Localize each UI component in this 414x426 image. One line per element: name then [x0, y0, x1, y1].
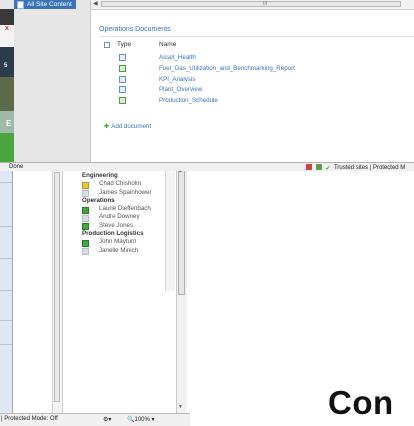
left-pane-scrollbar[interactable] [52, 166, 63, 413]
zone-label: Trusted sites | Protected M [333, 165, 406, 171]
zoom-control[interactable]: 🔍100% ▾ [127, 416, 155, 423]
person-name: Chad Chisholm [99, 180, 142, 188]
trusted-check-icon: ✓ [325, 166, 331, 171]
page-icon [119, 75, 126, 83]
horizontal-scroll-thumb[interactable] [101, 1, 401, 7]
org-group-heading: Engineering [82, 172, 164, 180]
excel-icon [119, 97, 126, 105]
document-name-link[interactable]: Fuel_Gas_Utilization_and_Benchmarking_Re… [159, 65, 295, 72]
page-icon [119, 54, 126, 61]
manage-addons-icon [315, 164, 322, 170]
column-header-type[interactable]: Type [117, 41, 131, 48]
document-row[interactable]: Production_Schedule [99, 96, 414, 107]
document-name-link[interactable]: Plant_Overview [159, 86, 202, 93]
document-name-link[interactable]: Asset_Health [159, 54, 196, 61]
all-site-content-label: All Site Content [27, 1, 72, 8]
zoom-level: 100% [134, 417, 150, 423]
add-document-label: Add document [111, 123, 152, 130]
person-name: Steve Jones [99, 221, 134, 229]
section-title[interactable]: Operations Documents [99, 26, 171, 33]
document-row[interactable]: Asset_Health [99, 53, 414, 64]
security-zone-icon[interactable]: ⚙▾ [103, 416, 111, 423]
plus-icon: ✚ [104, 123, 110, 130]
org-group-heading: Production Logistics [82, 230, 164, 238]
sharepoint-window: x 5 E All Site Content ◀ III Operations … [0, 0, 414, 171]
org-person-item[interactable]: James Spainhower [82, 188, 164, 198]
org-person-item[interactable]: Laurie Dieffenbach [82, 205, 164, 214]
horizontal-scrollbar[interactable]: ◀ III [91, 0, 414, 10]
group-label: Operations [82, 196, 115, 204]
select-all-checkbox[interactable] [104, 42, 110, 48]
popup-blocked-icon [306, 164, 312, 170]
org-person-item[interactable]: Steve Jones [82, 221, 164, 231]
document-name-link[interactable]: Production_Schedule [159, 97, 218, 104]
ie-status-bar-front: Done ✓ Trusted sites | Protected M [0, 162, 414, 171]
page-icon [119, 86, 126, 94]
column-header-name[interactable]: Name [159, 41, 176, 48]
document-row[interactable]: Plant_Overview [99, 85, 414, 96]
desktop-background-peek: x 5 E [0, 9, 14, 162]
security-zone[interactable]: ✓ Trusted sites | Protected M [306, 164, 405, 171]
scroll-grip: III [263, 1, 268, 7]
desktop-glyph: E [6, 119, 12, 128]
person-name: Andre Downey [99, 213, 140, 221]
scroll-down-icon[interactable]: ▼ [178, 404, 183, 410]
group-label: Engineering [82, 172, 118, 179]
document-row[interactable]: Fuel_Gas_Utilization_and_Benchmarking_Re… [99, 64, 414, 75]
org-group-heading: Operations [82, 197, 164, 205]
desktop-glyph: 5 [4, 63, 8, 69]
scroll-left-icon[interactable]: ◀ [93, 0, 98, 7]
person-name: James Spainhower [99, 188, 152, 196]
document-name-link[interactable]: KPI_Analysis [159, 76, 195, 83]
person-name: Laurie Dieffenbach [99, 205, 151, 213]
person-name: Janelle Minich [99, 246, 139, 254]
org-person-item[interactable]: Chad Chisholm [82, 180, 164, 189]
status-done: Done [9, 164, 24, 170]
page-vertical-scrollbar[interactable] [176, 166, 187, 413]
document-row[interactable]: KPI_Analysis [99, 75, 414, 86]
protected-mode-status: | Protected Mode: Off [1, 416, 58, 422]
org-person-item[interactable]: John Mayturn [82, 238, 164, 247]
document-icon [17, 0, 24, 9]
all-site-content-link[interactable]: All Site Content [14, 0, 76, 9]
org-chart-list: Engineering Chad Chisholm James Spainhower… [82, 172, 164, 256]
person-avatar-icon [82, 248, 89, 256]
person-name: John Mayturn [99, 238, 137, 246]
divider [99, 36, 414, 37]
close-icon[interactable]: x [5, 25, 9, 32]
add-document-link[interactable]: ✚ Add document [104, 123, 151, 130]
org-person-item[interactable]: Andre Downey [82, 213, 164, 222]
slide-heading-text: Con [328, 384, 394, 421]
org-chart-scrollbar[interactable] [165, 166, 175, 291]
ie-status-bar-back: | Protected Mode: Off ⚙▾ 🔍100% ▾ [0, 413, 190, 426]
group-label: Production Logistics [82, 230, 144, 238]
org-person-item[interactable]: Janelle Minich [82, 246, 164, 256]
page-scroll-thumb[interactable] [178, 170, 185, 295]
excel-icon [119, 64, 126, 72]
left-pane-scroll-thumb[interactable] [54, 172, 60, 402]
